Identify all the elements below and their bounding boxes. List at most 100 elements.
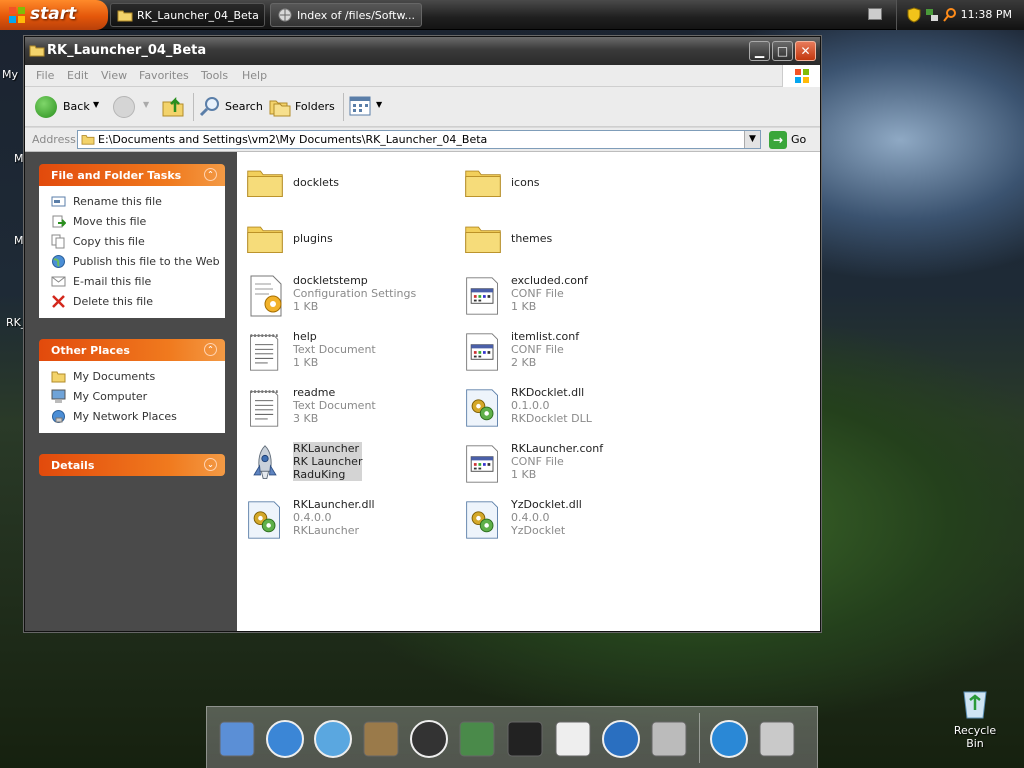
desktop-icon-label-1[interactable]: My <box>2 68 18 81</box>
trash-icon[interactable] <box>755 717 799 761</box>
desktop-icon-label-3[interactable]: M <box>14 234 24 247</box>
title-bar[interactable]: RK_Launcher_04_Beta ▁ □ ✕ <box>25 37 820 65</box>
up-folder-button[interactable] <box>161 94 187 120</box>
chevron-down-icon[interactable]: ⌄ <box>204 458 217 471</box>
move-file-link[interactable]: Move this file <box>51 212 225 232</box>
dvd-player-icon[interactable] <box>503 717 547 761</box>
folder-icon <box>245 218 289 262</box>
taskbar-button-explorer[interactable]: RK_Launcher_04_Beta <box>110 3 265 27</box>
task-link-label: E-mail this file <box>73 275 152 288</box>
email-file-link[interactable]: E-mail this file <box>51 272 225 292</box>
details-panel: Details ⌄ <box>39 454 225 476</box>
file-meta: itemlist.conf CONF File 2 KB <box>511 330 579 369</box>
file-item[interactable]: RKLauncher.dll 0.4.0.0 RKLauncher <box>245 498 455 550</box>
desktop-icon-label-2[interactable]: M <box>14 152 24 165</box>
file-item[interactable]: itemlist.conf CONF File 2 KB <box>463 330 673 382</box>
delete-x-icon <box>52 295 65 308</box>
search-button[interactable]: Search <box>199 94 263 120</box>
safari-icon[interactable] <box>263 717 307 761</box>
file-item[interactable]: RKLauncher RK Launcher RaduKing <box>245 442 455 494</box>
keyboard-icon[interactable] <box>868 8 882 20</box>
menu-edit[interactable]: Edit <box>67 69 88 82</box>
file-meta: RKDocklet.dll 0.1.0.0 RKDocklet DLL <box>511 386 592 425</box>
rename-file-link[interactable]: Rename this file <box>51 192 225 212</box>
address-dropdown-button[interactable]: ▼ <box>744 131 760 148</box>
copy-file-link[interactable]: Copy this file <box>51 232 225 252</box>
menu-favorites[interactable]: Favorites <box>139 69 189 82</box>
network-icon[interactable] <box>925 7 939 23</box>
address-input[interactable]: E:\Documents and Settings\vm2\My Documen… <box>77 130 761 149</box>
system-preferences-icon[interactable] <box>647 717 691 761</box>
dll-icon <box>245 498 289 542</box>
my-network-places-link[interactable]: My Network Places <box>51 407 225 427</box>
folders-button[interactable]: Folders <box>269 94 337 120</box>
file-item[interactable]: RKLauncher.conf CONF File 1 KB <box>463 442 673 494</box>
search-tray-icon[interactable] <box>943 7 957 23</box>
taskbar-button-label: RK_Launcher_04_Beta <box>137 9 259 22</box>
delete-file-link[interactable]: Delete this file <box>51 292 225 312</box>
itunes-icon[interactable] <box>407 717 451 761</box>
finder-icon[interactable] <box>215 717 259 761</box>
file-item[interactable]: YzDocklet.dll 0.4.0.0 YzDocklet <box>463 498 673 550</box>
panel-header[interactable]: File and Folder Tasks ⌃ <box>39 164 225 186</box>
menu-tools[interactable]: Tools <box>201 69 228 82</box>
minimize-button[interactable]: ▁ <box>749 41 770 61</box>
publish-web-link[interactable]: Publish this file to the Web <box>51 252 225 272</box>
taskbar: start RK_Launcher_04_Beta Index of /file… <box>0 0 1024 30</box>
close-button[interactable]: ✕ <box>795 41 816 61</box>
file-item[interactable]: themes <box>463 218 673 270</box>
panel-header[interactable]: Other Places ⌃ <box>39 339 225 361</box>
ichat-icon[interactable] <box>311 717 355 761</box>
views-button[interactable]: ▼ <box>349 94 385 120</box>
file-item[interactable]: RKDocklet.dll 0.1.0.0 RKDocklet DLL <box>463 386 673 438</box>
folders-icon <box>269 100 291 117</box>
iphoto-icon[interactable] <box>455 717 499 761</box>
chevron-up-icon[interactable]: ⌃ <box>204 168 217 181</box>
chevron-up-icon[interactable]: ⌃ <box>204 343 217 356</box>
folder-icon <box>463 218 507 262</box>
file-item[interactable]: icons <box>463 162 673 214</box>
browser-icon <box>278 8 292 22</box>
file-item[interactable]: dockletstemp Configuration Settings 1 KB <box>245 274 455 326</box>
maximize-button[interactable]: □ <box>772 41 793 61</box>
menu-help[interactable]: Help <box>242 69 267 82</box>
address-book-icon[interactable] <box>359 717 403 761</box>
file-item[interactable]: plugins <box>245 218 455 270</box>
panel-title: File and Folder Tasks <box>51 169 182 182</box>
my-documents-link[interactable]: My Documents <box>51 367 225 387</box>
taskbar-button-browser[interactable]: Index of /files/Softw... <box>270 3 422 27</box>
quicktime-icon[interactable] <box>599 717 643 761</box>
chevron-down-icon: ▼ <box>93 100 100 109</box>
start-button[interactable]: start <box>0 0 108 30</box>
task-link-label: Rename this file <box>73 195 162 208</box>
file-type: Text Document <box>293 399 376 412</box>
recycle-bin[interactable]: Recycle Bin <box>944 686 1006 750</box>
copy-icon <box>51 234 65 249</box>
internet-explorer-icon[interactable] <box>707 717 751 761</box>
file-item[interactable]: docklets <box>245 162 455 214</box>
ical-icon[interactable] <box>551 717 595 761</box>
task-link-label: Copy this file <box>73 235 145 248</box>
panel-header[interactable]: Details ⌄ <box>39 454 225 476</box>
file-item[interactable]: readme Text Document 3 KB <box>245 386 455 438</box>
forward-button[interactable]: ▼ <box>113 94 153 120</box>
task-link-label: Move this file <box>73 215 147 228</box>
my-computer-link[interactable]: My Computer <box>51 387 225 407</box>
file-type: CONF File <box>511 455 564 468</box>
go-button[interactable]: → Go <box>767 130 817 150</box>
menu-view[interactable]: View <box>101 69 127 82</box>
file-meta: themes <box>511 232 552 245</box>
file-size: 1 KB <box>293 356 319 369</box>
file-meta: excluded.conf CONF File 1 KB <box>511 274 588 313</box>
security-shield-icon[interactable] <box>907 7 921 23</box>
file-name: docklets <box>293 176 339 189</box>
back-button[interactable]: Back ▼ <box>35 94 105 120</box>
dock-separator <box>699 713 700 763</box>
file-item[interactable]: excluded.conf CONF File 1 KB <box>463 274 673 326</box>
file-type: Text Document <box>293 343 376 356</box>
clock[interactable]: 11:38 PM <box>961 8 1012 21</box>
conf-file-icon <box>463 442 507 486</box>
dll-icon <box>463 498 507 542</box>
file-item[interactable]: help Text Document 1 KB <box>245 330 455 382</box>
menu-file[interactable]: File <box>36 69 54 82</box>
